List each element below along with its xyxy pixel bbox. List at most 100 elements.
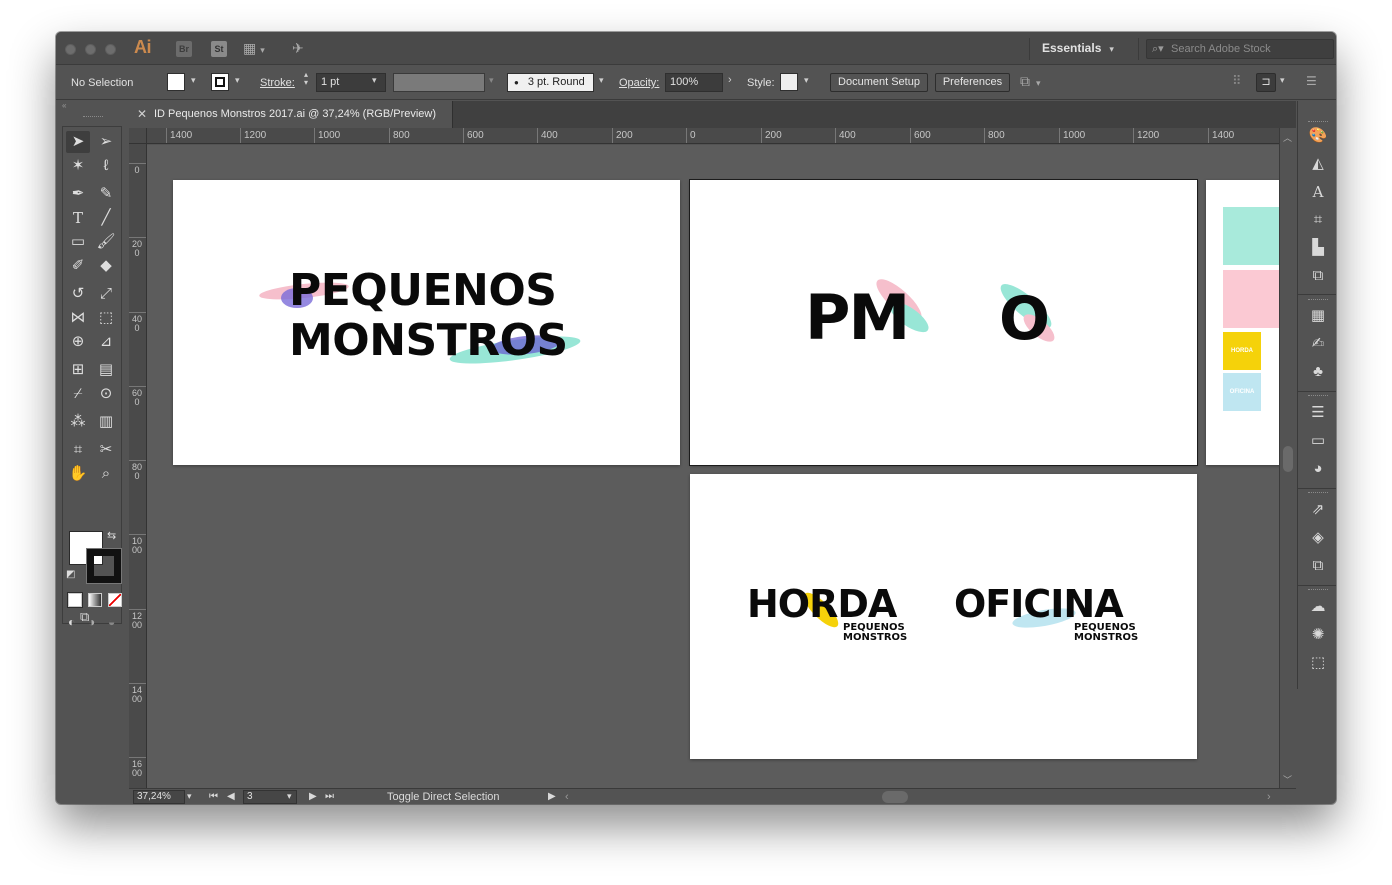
vertical-scrollbar[interactable]: ︿ ﹀ [1279,128,1296,788]
selection-tool-icon[interactable]: ➤ [66,131,90,153]
symbols-panel-icon[interactable]: ♣ [1308,362,1328,382]
next-artboard-icon[interactable]: ▶ [309,791,317,802]
rectangle-tool-icon[interactable]: ▭ [66,231,90,253]
horizontal-scroll-thumb[interactable] [882,791,908,803]
slice-tool-icon[interactable]: ✂ [94,439,118,461]
chevron-down-icon[interactable]: ▾ [599,75,604,86]
zoom-window-button[interactable] [105,44,116,55]
zoom-tool-icon[interactable]: ⌕ [94,463,118,485]
chevron-down-icon[interactable]: ▾ [287,791,292,802]
bridge-button[interactable]: Br [176,41,192,57]
horizontal-ruler[interactable]: 1400 1200 1000 800 600 400 200 0 200 400… [147,128,1279,144]
pen-tool-icon[interactable]: ✒ [66,183,90,205]
chevron-right-icon[interactable]: › [728,74,732,86]
minimize-window-button[interactable] [85,44,96,55]
color-mode-icon[interactable] [67,592,83,608]
artboards-panel-icon[interactable]: ⧉ [1308,556,1328,576]
chevron-down-icon[interactable]: ▾ [187,791,192,802]
workspace-switcher[interactable]: Essentials ▾ [1042,41,1114,55]
graphic-style-swatch[interactable] [780,73,798,91]
lasso-tool-icon[interactable]: ℓ [94,155,118,177]
chevron-down-icon[interactable]: ▾ [191,75,196,86]
draw-inside-icon[interactable]: ◒ [108,615,115,629]
magic-wand-tool-icon[interactable]: ✶ [66,155,90,177]
scroll-right-icon[interactable]: › [1267,791,1271,803]
canvas[interactable]: PEQUENOS MONSTROS PM O HORDA OFICINA HOR… [147,145,1279,788]
swatches-panel-icon[interactable]: ▦ [1308,306,1328,326]
chevron-down-icon[interactable]: ▾ [804,75,809,86]
libraries-panel-icon[interactable]: ☁ [1308,597,1328,617]
dock-grip[interactable] [1308,395,1328,398]
stroke-stepper-icon[interactable]: ▴ ▾ [304,71,308,87]
stroke-color-box[interactable] [86,548,122,584]
column-graph-tool-icon[interactable]: ▥ [94,411,118,433]
paintbrush-tool-icon[interactable]: 🖌 [94,231,118,253]
pathfinder-panel-icon[interactable]: ⧉ [1308,266,1328,286]
screen-mode-icon[interactable]: ⧉ [80,609,89,625]
align-grid-icon[interactable]: ⠿ [1232,73,1242,89]
gpu-performance-icon[interactable]: ✈ [292,40,304,57]
width-tool-icon[interactable]: ⋈ [66,307,90,329]
brush-definition[interactable]: ● 3 pt. Round [507,73,594,92]
scroll-down-icon[interactable]: ﹀ [1283,773,1292,786]
status-menu-icon[interactable]: ▶ [548,791,556,802]
first-artboard-icon[interactable]: ⏮ [209,791,218,802]
variable-width-profile[interactable] [393,73,485,92]
chevron-down-icon[interactable]: ▾ [1280,75,1285,86]
dock-grip[interactable] [1308,492,1328,495]
stock-button[interactable]: St [211,41,227,57]
isolate-mode-icon[interactable]: ⊐ [1256,73,1276,92]
rotate-tool-icon[interactable]: ↺ [66,283,90,305]
direct-selection-tool-icon[interactable]: ➢ [94,131,118,153]
artboard-palette[interactable]: HORDA OFICINA [1206,180,1279,465]
gradient-tool-icon[interactable]: ▤ [94,359,118,381]
shaper-tool-icon[interactable]: ✐ [66,255,90,277]
scale-tool-icon[interactable]: ⤢ [94,283,118,305]
artboard-4[interactable]: HORDA PEQUENOS MONSTROS OFICINA PEQUENOS… [690,474,1197,759]
stroke-swatch[interactable] [211,73,229,91]
artboard-2[interactable]: PM O [689,179,1198,466]
previous-artboard-icon[interactable]: ◀ [227,791,235,802]
gradient-mode-icon[interactable] [88,593,102,607]
curvature-tool-icon[interactable]: ✎ [94,183,118,205]
opacity-field[interactable]: 100% [665,73,723,92]
export-panel-icon[interactable]: ⇗ [1308,500,1328,520]
align-panel-icon[interactable]: ▙ [1308,238,1328,258]
transform-panel-icon[interactable]: ⌗ [1308,210,1328,230]
close-tab-icon[interactable]: ✕ [137,107,147,121]
chevron-down-icon[interactable]: ▾ [372,75,377,86]
gradient-panel-icon[interactable]: ▭ [1308,431,1328,451]
recolor-artwork-icon[interactable]: ⧉ ▾ [1020,73,1041,90]
mesh-tool-icon[interactable]: ⊞ [66,359,90,381]
chevron-down-icon[interactable]: ▾ [489,75,494,86]
zoom-field[interactable]: 37,24% [133,790,185,804]
asset-export-icon[interactable]: ⬚ [1308,653,1328,673]
artboard-tool-icon[interactable]: ⌗ [66,439,90,461]
opacity-label[interactable]: Opacity: [619,77,659,89]
arrange-documents-icon[interactable]: ▦ ▾ [243,40,265,57]
artboard-1[interactable]: PEQUENOS MONSTROS [173,180,680,465]
appearance-panel-icon[interactable]: ✺ [1308,625,1328,645]
preferences-button[interactable]: Preferences [935,73,1010,92]
draw-normal-icon[interactable]: ◐ [68,615,75,629]
character-panel-icon[interactable]: A [1308,182,1328,202]
type-tool-icon[interactable]: T [66,207,90,229]
close-window-button[interactable] [65,44,76,55]
chevron-down-icon[interactable]: ▾ [235,75,240,86]
dock-grip[interactable] [1308,121,1328,124]
vertical-scroll-thumb[interactable] [1283,446,1293,472]
toolbar-grip[interactable] [83,116,103,120]
document-setup-button[interactable]: Document Setup [830,73,928,92]
perspective-grid-tool-icon[interactable]: ⊿ [94,331,118,353]
none-mode-icon[interactable] [108,593,122,607]
panel-menu-icon[interactable]: ☰ [1306,74,1317,88]
dock-grip[interactable] [1308,299,1328,302]
layers-panel-icon[interactable]: ◈ [1308,528,1328,548]
symbol-sprayer-tool-icon[interactable]: ⁂ [66,411,90,433]
document-tab[interactable]: ✕ ID Pequenos Monstros 2017.ai @ 37,24% … [129,101,453,128]
stroke-panel-icon[interactable]: ☰ [1308,403,1328,423]
color-guide-icon[interactable]: ◭ [1308,154,1328,174]
eraser-tool-icon[interactable]: ◆ [94,255,118,277]
swap-fill-stroke-icon[interactable]: ⇆ [107,529,116,542]
vertical-ruler[interactable]: 0 200 400 600 800 1000 1200 1400 1600 [129,144,147,788]
